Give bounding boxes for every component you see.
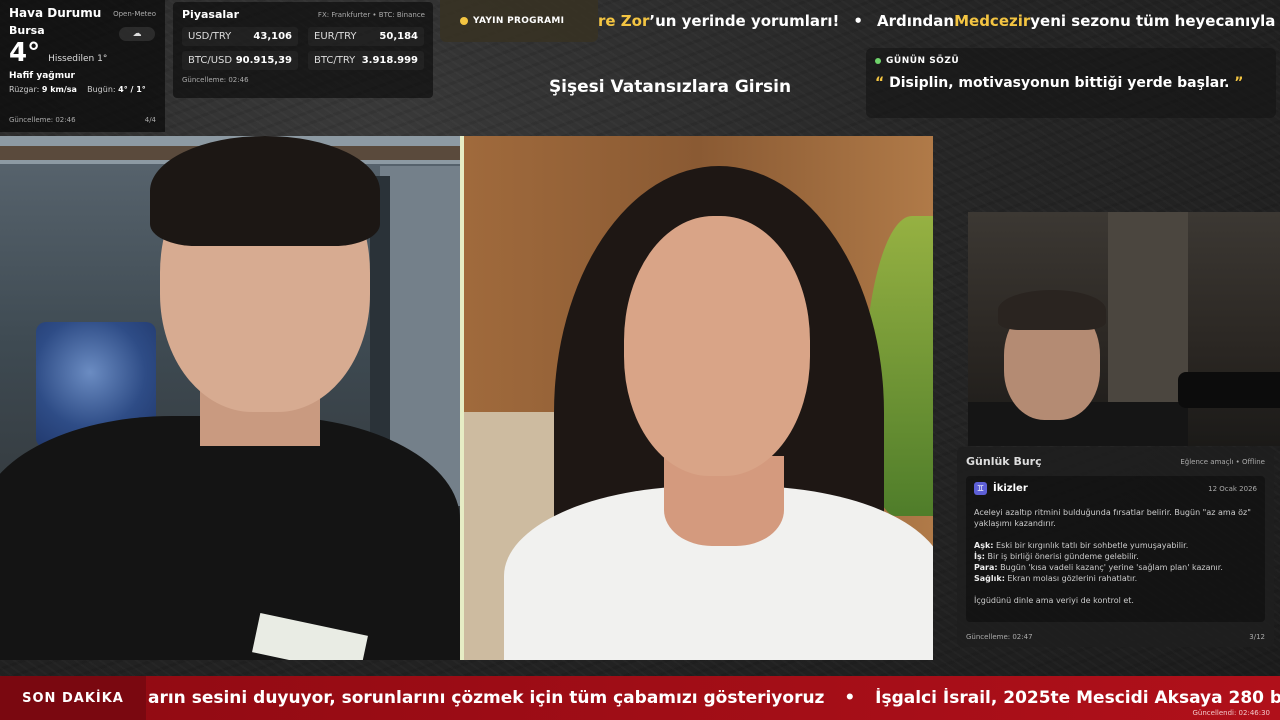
main-video [0,136,933,660]
quote-widget: GÜNÜN SÖZÜ “ Disiplin, motivasyonun bitt… [866,48,1276,118]
market-item: EUR/TRY 50,184 [308,27,424,46]
gemini-icon: ♊ [974,482,987,495]
weather-details: Rüzgar: 9 km/sa Bugün: 4° / 1° [9,85,156,94]
market-symbol: BTC/TRY [314,55,356,66]
breaking-text: arın sesini duyuyor, sorunlarını çözmek … [148,688,825,708]
market-value: 90.915,39 [235,55,292,66]
breaking-separator: • [844,688,856,708]
money-label: Para: [974,563,998,572]
horoscope-card: ♊ İkizler 12 Ocak 2026 Aceleyi azaltıp r… [966,476,1265,622]
health-label: Sağlık: [974,574,1005,583]
horoscope-health: Sağlık: Ekran molası gözlerini rahatlatı… [974,573,1257,584]
market-symbol: EUR/TRY [314,31,357,42]
work-label: İş: [974,552,985,561]
weather-updated: Güncelleme: 02:46 [9,116,76,124]
schedule-dot-icon [460,17,468,25]
breaking-updated: Güncellendi: 02:46:30 [1192,709,1271,717]
health-text: Ekran molası gözlerini rahatlatır. [1004,574,1138,583]
video-left-panel [0,136,460,660]
horoscope-love: Aşk: Eski bir kırgınlık tatlı bir sohbet… [974,540,1257,551]
horoscope-sign: İkizler [993,483,1028,494]
market-value: 3.918.999 [361,55,418,66]
market-value: 43,106 [253,31,292,42]
woman-face [624,216,810,476]
money-text: Bugün 'kısa vadeli kazanç' yerine 'sağla… [997,563,1223,572]
weather-source: Open-Meteo [113,10,156,18]
markets-source: FX: Frankfurter • BTC: Binance [317,11,425,19]
ticker-highlight: Medcezir [954,12,1031,30]
weather-description: Hafif yağmur [9,71,75,81]
weather-page: 4/4 [144,116,156,124]
ticker-text: yeni sezonu tüm heyecanıyla sizlerle [1030,12,1280,30]
weather-temperature: 4° [9,38,41,68]
now-playing-title: Şişesi Vatansızlara Girsin [548,77,792,97]
market-value: 50,184 [379,31,418,42]
market-item: BTC/USD 90.915,39 [182,51,298,70]
man-hair [150,136,380,246]
breaking-news-bar: SON DAKİKA arın sesini duyuyor, sorunlar… [0,676,1280,720]
webcam-door [1108,212,1188,412]
horoscope-subtitle: Eğlence amaçlı • Offline [1180,458,1265,466]
quote-text-line: “ Disiplin, motivasyonun bittiği yerde b… [875,75,1267,91]
weather-feels-like: Hissedilen 1° [48,54,108,64]
horoscope-widget: Günlük Burç Eğlence amaçlı • Offline ♊ İ… [957,447,1274,647]
market-symbol: BTC/USD [188,55,233,66]
horoscope-work: İş: Bir iş birliği önerisi gündeme geleb… [974,551,1257,562]
horoscope-intro: Aceleyi azaltıp ritmini bulduğunda fırsa… [974,508,1251,528]
horoscope-body: Aceleyi azaltıp ritmini bulduğunda fırsa… [974,507,1257,606]
microphone [1178,372,1280,408]
breaking-ticker: arın sesini duyuyor, sorunlarını çözmek … [146,688,1280,708]
video-right-panel [464,136,933,660]
markets-updated: Güncelleme: 02:46 [182,76,249,84]
love-label: Aşk: [974,541,994,550]
horoscope-page: 3/12 [1249,633,1265,641]
quote-text: Disiplin, motivasyonun bittiği yerde baş… [889,75,1230,91]
weather-widget: Hava Durumu Open-Meteo Bursa ☁ 4° Hissed… [0,0,165,132]
schedule-badge: YAYIN PROGRAMI [440,0,598,42]
markets-widget: Piyasalar FX: Frankfurter • BTC: Binance… [173,2,433,98]
ticker-separator: • [853,12,863,30]
today-value: 4° / 1° [118,85,146,94]
top-ticker: re Zor ’un yerinde yorumları! • Ardından… [598,0,1280,42]
quote-open-mark: “ [875,75,885,91]
today-label: Bugün: [87,85,116,94]
market-symbol: USD/TRY [188,31,232,42]
breaking-label: SON DAKİKA [0,676,146,720]
quote-close-mark: ” [1234,75,1244,91]
horoscope-updated: Güncelleme: 02:47 [966,633,1033,641]
love-text: Eski bir kırgınlık tatlı bir sohbetle yu… [993,541,1189,550]
ticker-highlight: re Zor [598,12,650,30]
webcam-feed [968,212,1280,446]
status-dot-icon [875,58,881,64]
wind-label: Rüzgar: [9,85,40,94]
breaking-text: İşgalci İsrail, 2025te Mescidi Aksaya 28… [875,688,1280,708]
work-text: Bir iş birliği önerisi gündeme gelebilir… [984,552,1139,561]
market-item: USD/TRY 43,106 [182,27,298,46]
streamer-hair [998,290,1106,330]
schedule-label: YAYIN PROGRAMI [473,16,565,26]
market-item: BTC/TRY 3.918.999 [308,51,424,70]
horoscope-date: 12 Ocak 2026 [1208,484,1257,493]
wind-value: 9 km/sa [41,85,77,94]
cloud-icon: ☁ [119,27,155,41]
quote-heading: GÜNÜN SÖZÜ [886,56,960,66]
man-body [0,416,460,660]
ticker-text: Ardından [876,12,955,30]
horoscope-money: Para: Bugün 'kısa vadeli kazanç' yerine … [974,562,1257,573]
ticker-text: ’un yerinde yorumları! [649,12,840,30]
horoscope-advice: İçgüdünü dinle ama veriyi de kontrol et. [974,596,1134,605]
